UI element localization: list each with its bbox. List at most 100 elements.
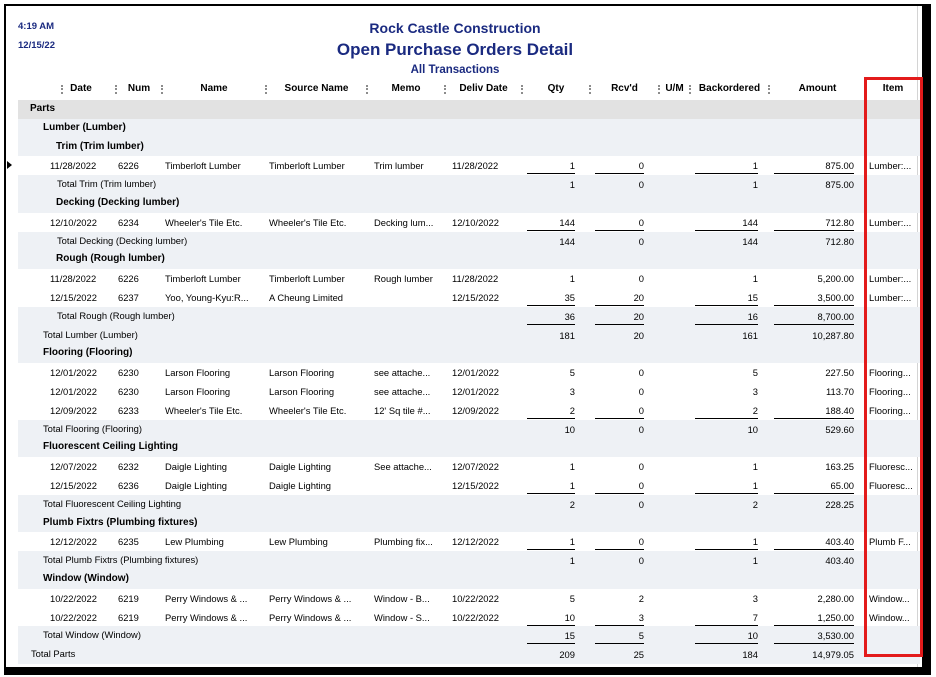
column-header-rcvd[interactable]: Rcv'd [590,82,659,96]
date-value: 11/28/2022 [50,273,97,285]
column-header-amount[interactable]: Amount [769,82,866,96]
column-header-um[interactable]: U/M [659,82,690,96]
total-row[interactable]: Total Lumber (Lumber) 181 20 161 10,287.80 [18,325,920,345]
qty-cell: 1 [522,269,590,288]
rcvd-value: 20 [633,329,644,341]
rcvd-value: 0 [595,478,644,494]
memo-cell: Rough lumber [367,269,445,288]
qty-value: 10 [527,610,575,626]
name-cell: Timberloft Lumber [162,156,266,175]
column-resize-handle[interactable] [521,85,523,94]
section-row: Parts [18,100,920,119]
rcvd-value: 25 [633,649,644,661]
qty-value: 1 [527,478,575,494]
po-line-row[interactable]: 12/07/2022 6232 Daigle Lighting Daigle Ligh… [18,457,920,476]
total-row[interactable]: Total Decking (Decking lumber) 144 0 144 712… [18,231,920,251]
po-line-row[interactable]: 11/28/2022 6226 Timberloft Lumber Timberlof… [18,269,920,288]
deliv-date-value: 11/28/2022 [452,160,499,172]
column-resize-handle[interactable] [444,85,446,94]
qty-cell: 15 [522,626,590,645]
qty-cell: 2 [522,401,590,420]
po-line-row[interactable]: 12/10/2022 6234 Wheeler's Tile Etc. Wheeler… [18,213,920,232]
rcvd-value: 0 [638,367,644,379]
column-resize-handle[interactable] [161,85,163,94]
backordered-value: 15 [695,290,758,306]
po-line-row[interactable]: 12/01/2022 6230 Larson Flooring Larson Floo… [18,382,920,401]
backordered-cell: 3 [690,589,769,608]
date-value: 11/28/2022 [50,160,97,172]
column-resize-handle[interactable] [61,85,63,94]
po-line-row[interactable]: 12/15/2022 6236 Daigle Lighting Daigle Ligh… [18,476,920,495]
amount-cell: 8,700.00 [769,307,866,326]
qty-value: 144 [527,215,575,231]
po-line-row[interactable]: 11/28/2022 6226 Timberloft Lumber Timberlof… [7,156,920,175]
date-value: 12/09/2022 [50,404,97,416]
memo-cell: See attache... [367,457,445,476]
column-resize-handle[interactable] [768,85,770,94]
deliv-date-cell: 12/12/2022 [445,532,522,551]
backordered-cell: 1 [690,476,769,495]
column-header-backordered[interactable]: Backordered [690,82,769,96]
num-cell: 6219 [116,608,162,627]
backordered-cell: 144 [690,232,769,251]
column-header-name[interactable]: Name [162,82,266,96]
column-header-memo[interactable]: Memo [367,82,445,96]
backordered-cell: 1 [690,156,769,175]
subgroup-label: Decking (Decking lumber) [56,197,180,208]
memo-value: Decking lum... [374,216,434,228]
column-resize-handle[interactable] [265,85,267,94]
rcvd-cell: 0 [590,269,659,288]
column-resize-handle[interactable] [589,85,591,94]
name-value: Perry Windows & ... [165,611,248,623]
po-line-row[interactable]: 12/09/2022 6233 Wheeler's Tile Etc. Wheeler… [18,401,920,420]
backordered-cell: 15 [690,288,769,307]
rcvd-cell: 0 [590,495,659,514]
column-header-source-name[interactable]: Source Name [266,82,367,96]
qty-cell: 10 [522,420,590,439]
total-row[interactable]: Total Plumb Fixtrs (Plumbing fixtures) 1 0… [18,551,920,570]
source-name-value: Timberloft Lumber [269,160,345,172]
column-resize-handle[interactable] [689,85,691,94]
total-row[interactable]: Total Fluorescent Ceiling Lighting 2 0 2 228… [18,494,920,514]
qty-value: 209 [559,649,575,661]
total-row[interactable]: Total Flooring (Flooring) 10 0 10 529.60 [18,419,920,439]
rcvd-value: 20 [595,290,644,306]
total-row[interactable]: Total Rough (Rough lumber) 36 20 16 8,700.00 [18,306,920,326]
memo-value: see attache... [374,367,431,379]
amount-value: 14,979.05 [812,649,854,661]
num-cell: 6233 [116,401,162,420]
num-cell: 6237 [116,288,162,307]
deliv-date-value: 10/22/2022 [452,611,499,623]
num-value: 6219 [118,611,139,623]
total-row[interactable]: Total Window (Window) 15 5 10 3,530.00 [18,626,920,646]
name-cell: Larson Flooring [162,382,266,401]
column-header-date[interactable]: Date [46,82,116,96]
num-value: 6237 [118,292,139,303]
column-resize-handle[interactable] [115,85,117,94]
deliv-date-cell: 12/15/2022 [445,476,522,495]
column-header-qty[interactable]: Qty [522,82,590,96]
po-line-row[interactable]: 10/22/2022 6219 Perry Windows & ... Perry W… [18,608,920,627]
po-line-row[interactable]: 12/01/2022 6230 Larson Flooring Larson Floo… [18,363,920,382]
total-row[interactable]: Total Trim (Trim lumber) 1 0 1 875.00 [18,175,920,194]
po-line-row[interactable]: 12/12/2022 6235 Lew Plumbing Lew Plumbing Pl… [18,532,920,551]
po-line-row[interactable]: 10/22/2022 6219 Perry Windows & ... Perry W… [18,589,920,608]
qty-value: 15 [527,628,575,645]
deliv-date-cell: 10/22/2022 [445,608,522,627]
rcvd-cell: 20 [590,307,659,326]
num-cell: 6236 [116,476,162,495]
column-resize-handle[interactable] [658,85,660,94]
report-table: Parts Lumber (Lumber) Trim (Trim lumber) 11… [7,100,920,664]
backordered-value: 1 [695,158,758,175]
group-row: Plumb Fixtrs (Plumbing fixtures) [18,513,920,533]
deliv-date-value: 12/15/2022 [452,292,499,303]
column-resize-handle[interactable] [366,85,368,94]
po-line-row[interactable]: 12/15/2022 6237 Yoo, Young-Kyu:R... A Cheun… [18,288,920,307]
column-header-deliv-date[interactable]: Deliv Date [445,82,522,96]
name-value: Wheeler's Tile Etc. [165,404,243,416]
column-header-num[interactable]: Num [116,82,162,96]
rcvd-cell: 3 [590,608,659,627]
rcvd-cell: 0 [590,551,659,570]
deliv-date-value: 11/28/2022 [452,273,499,285]
total-row[interactable]: Total Parts 209 25 184 14,979.05 [18,645,920,664]
